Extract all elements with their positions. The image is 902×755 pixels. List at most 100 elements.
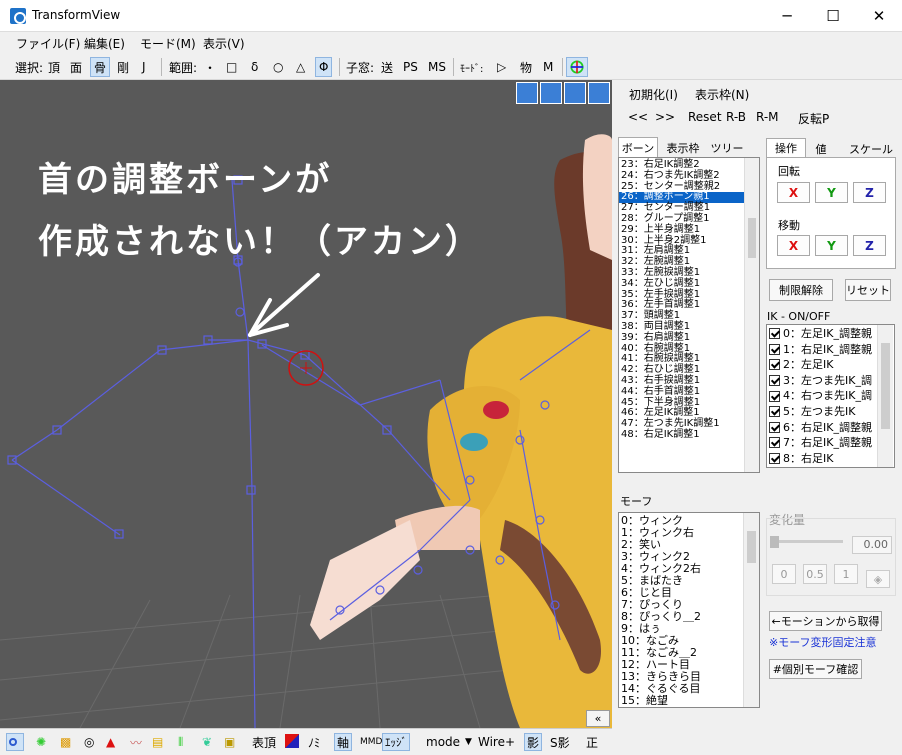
- range-rect-button[interactable]: □: [223, 57, 240, 77]
- initialize-menu[interactable]: 初期化(I): [629, 86, 678, 103]
- pin-icon[interactable]: ◈: [866, 570, 890, 588]
- bone-list-item[interactable]: 48：右足IK調整1: [619, 429, 759, 441]
- ik-list-item[interactable]: 0：左足IK_調整親: [767, 326, 894, 342]
- range-point-button[interactable]: ・: [201, 57, 219, 77]
- menu-view[interactable]: 表示(V): [203, 35, 245, 52]
- checkbox[interactable]: [769, 421, 780, 433]
- bone-list-item[interactable]: 29：上半身調整1: [619, 224, 759, 236]
- spark-icon[interactable]: ✺: [34, 733, 48, 751]
- rotate-y-button[interactable]: Y: [815, 182, 848, 203]
- minimize-button[interactable]: ─: [764, 0, 810, 32]
- wire-button[interactable]: Wire+: [476, 733, 517, 751]
- menu-file[interactable]: ファイル(F): [16, 35, 80, 52]
- child-send-button[interactable]: 送: [378, 57, 396, 77]
- stripe-icon[interactable]: ▤: [150, 733, 165, 751]
- point-view-icon[interactable]: [6, 733, 24, 751]
- 3d-viewport[interactable]: 首の調整ボーンが 作成されない！（アカン） «: [0, 80, 612, 728]
- self-shadow-button[interactable]: S影: [548, 733, 572, 751]
- rb-button[interactable]: R-B: [726, 110, 746, 124]
- move-z-button[interactable]: Z: [853, 235, 886, 256]
- tab-value[interactable]: 値: [808, 140, 834, 158]
- move-axis-icon[interactable]: [564, 82, 586, 104]
- mode-dropdown[interactable]: mode ▼: [424, 733, 474, 751]
- move-xy-icon[interactable]: [516, 82, 538, 104]
- rm-button[interactable]: R-M: [756, 110, 779, 124]
- select-face-button[interactable]: 面: [67, 57, 85, 77]
- select-vertex-button[interactable]: 頂: [45, 57, 63, 77]
- capsule-icon[interactable]: ⦀: [176, 733, 185, 751]
- flip-pose-button[interactable]: 反転P: [798, 110, 829, 127]
- check-individual-morph-button[interactable]: #個別モーフ確認: [769, 659, 862, 679]
- ik-list-item[interactable]: 2：左足IK: [767, 357, 894, 373]
- front-view-button[interactable]: 正: [584, 733, 600, 751]
- move-y-button[interactable]: Y: [815, 235, 848, 256]
- get-from-motion-button[interactable]: ←モーションから取得: [769, 611, 882, 631]
- mode-play-button[interactable]: ▷: [494, 57, 509, 77]
- child-ps-button[interactable]: PS: [400, 57, 421, 77]
- tab-operation[interactable]: 操作: [766, 138, 806, 157]
- checkbox[interactable]: [769, 375, 780, 387]
- gizmo-toggle-icon[interactable]: [566, 57, 588, 77]
- slider-thumb[interactable]: [770, 536, 779, 548]
- mmd-button[interactable]: MMD: [358, 733, 384, 751]
- release-limit-button[interactable]: 制限解除: [769, 279, 833, 301]
- ik-list-item[interactable]: 4：右つま先IK_調: [767, 388, 894, 404]
- change-amount-slider[interactable]: [773, 540, 843, 543]
- checkbox[interactable]: [769, 343, 780, 355]
- tab-tree[interactable]: ツリー: [708, 139, 746, 157]
- move-x-button[interactable]: X: [777, 235, 810, 256]
- collapse-panel-button[interactable]: «: [586, 710, 610, 727]
- leaf-icon[interactable]: ❦: [200, 733, 214, 751]
- prev-button[interactable]: <<: [628, 110, 648, 124]
- ik-list-scrollbar[interactable]: [877, 325, 893, 467]
- ik-list-item[interactable]: 5：左つま先IK: [767, 404, 894, 420]
- reset-button[interactable]: リセット: [845, 279, 891, 301]
- bone-list-item[interactable]: 39：右肩調整1: [619, 332, 759, 344]
- morph-list-scrollbar[interactable]: [743, 513, 759, 707]
- ik-list-item[interactable]: 9：右つま先IK_調: [767, 466, 894, 467]
- checkbox[interactable]: [769, 437, 780, 449]
- rotate-x-button[interactable]: X: [777, 182, 810, 203]
- select-rigid-button[interactable]: 剛: [114, 57, 132, 77]
- bone-list-item[interactable]: 24：右つま先IK調整2: [619, 170, 759, 182]
- mode-m-button[interactable]: M: [540, 57, 556, 77]
- ik-list-item[interactable]: 1：右足IK_調整親: [767, 342, 894, 358]
- menu-edit[interactable]: 編集(E): [84, 35, 125, 52]
- checkbox[interactable]: [769, 359, 780, 371]
- display-frame-menu[interactable]: 表示枠(N): [695, 86, 749, 103]
- bone-list-item[interactable]: 44：右手首調整1: [619, 386, 759, 398]
- range-delta-button[interactable]: δ: [248, 57, 261, 77]
- hatch-icon[interactable]: ▩: [58, 733, 73, 751]
- value-1-button[interactable]: 1: [834, 564, 858, 584]
- change-amount-input[interactable]: 0.00: [852, 536, 892, 554]
- axis-button[interactable]: 軸: [334, 733, 353, 751]
- select-bone-button[interactable]: 骨: [90, 57, 111, 77]
- bone-list-scrollbar[interactable]: [744, 158, 759, 472]
- nomi-button[interactable]: ﾉﾐ: [306, 733, 322, 751]
- tab-display-frame[interactable]: 表示枠: [660, 139, 706, 157]
- select-joint-button[interactable]: J: [139, 57, 149, 77]
- bone-list[interactable]: 23：右足IK調整2 24：右つま先IK調整2 25：センター調整親2 26：調整ボー…: [618, 157, 760, 473]
- reset-nav-button[interactable]: Reset: [688, 110, 722, 124]
- triangle-icon[interactable]: ▲: [104, 733, 117, 751]
- ik-list[interactable]: 0：左足IK_調整親 1：右足IK_調整親 2：左足IK 3：左つま先IK_調 4：右つ…: [766, 324, 895, 468]
- ik-list-item[interactable]: 8：右足IK: [767, 451, 894, 467]
- morph-list-item[interactable]: 15：絶望: [619, 695, 759, 707]
- value-0-button[interactable]: 0: [772, 564, 796, 584]
- tab-bone[interactable]: ボーン: [618, 137, 658, 157]
- range-triangle-button[interactable]: △: [293, 57, 308, 77]
- ik-list-item[interactable]: 7：右足IK_調整親: [767, 435, 894, 451]
- rotate-z-button[interactable]: Z: [853, 182, 886, 203]
- value-05-button[interactable]: 0.5: [803, 564, 827, 584]
- range-circle-button[interactable]: ○: [270, 57, 286, 77]
- checkbox[interactable]: [769, 328, 780, 340]
- target-icon[interactable]: ◎: [82, 733, 96, 751]
- move-xz-icon[interactable]: [540, 82, 562, 104]
- color-swatch-icon[interactable]: [285, 734, 299, 748]
- maximize-button[interactable]: ☐: [810, 0, 856, 32]
- mode-physics-button[interactable]: 物: [517, 57, 535, 77]
- cube-icon[interactable]: ▣: [222, 733, 237, 751]
- menu-mode[interactable]: モード(M): [140, 35, 196, 52]
- tab-scale[interactable]: スケール: [846, 140, 896, 158]
- checkbox[interactable]: [769, 453, 780, 465]
